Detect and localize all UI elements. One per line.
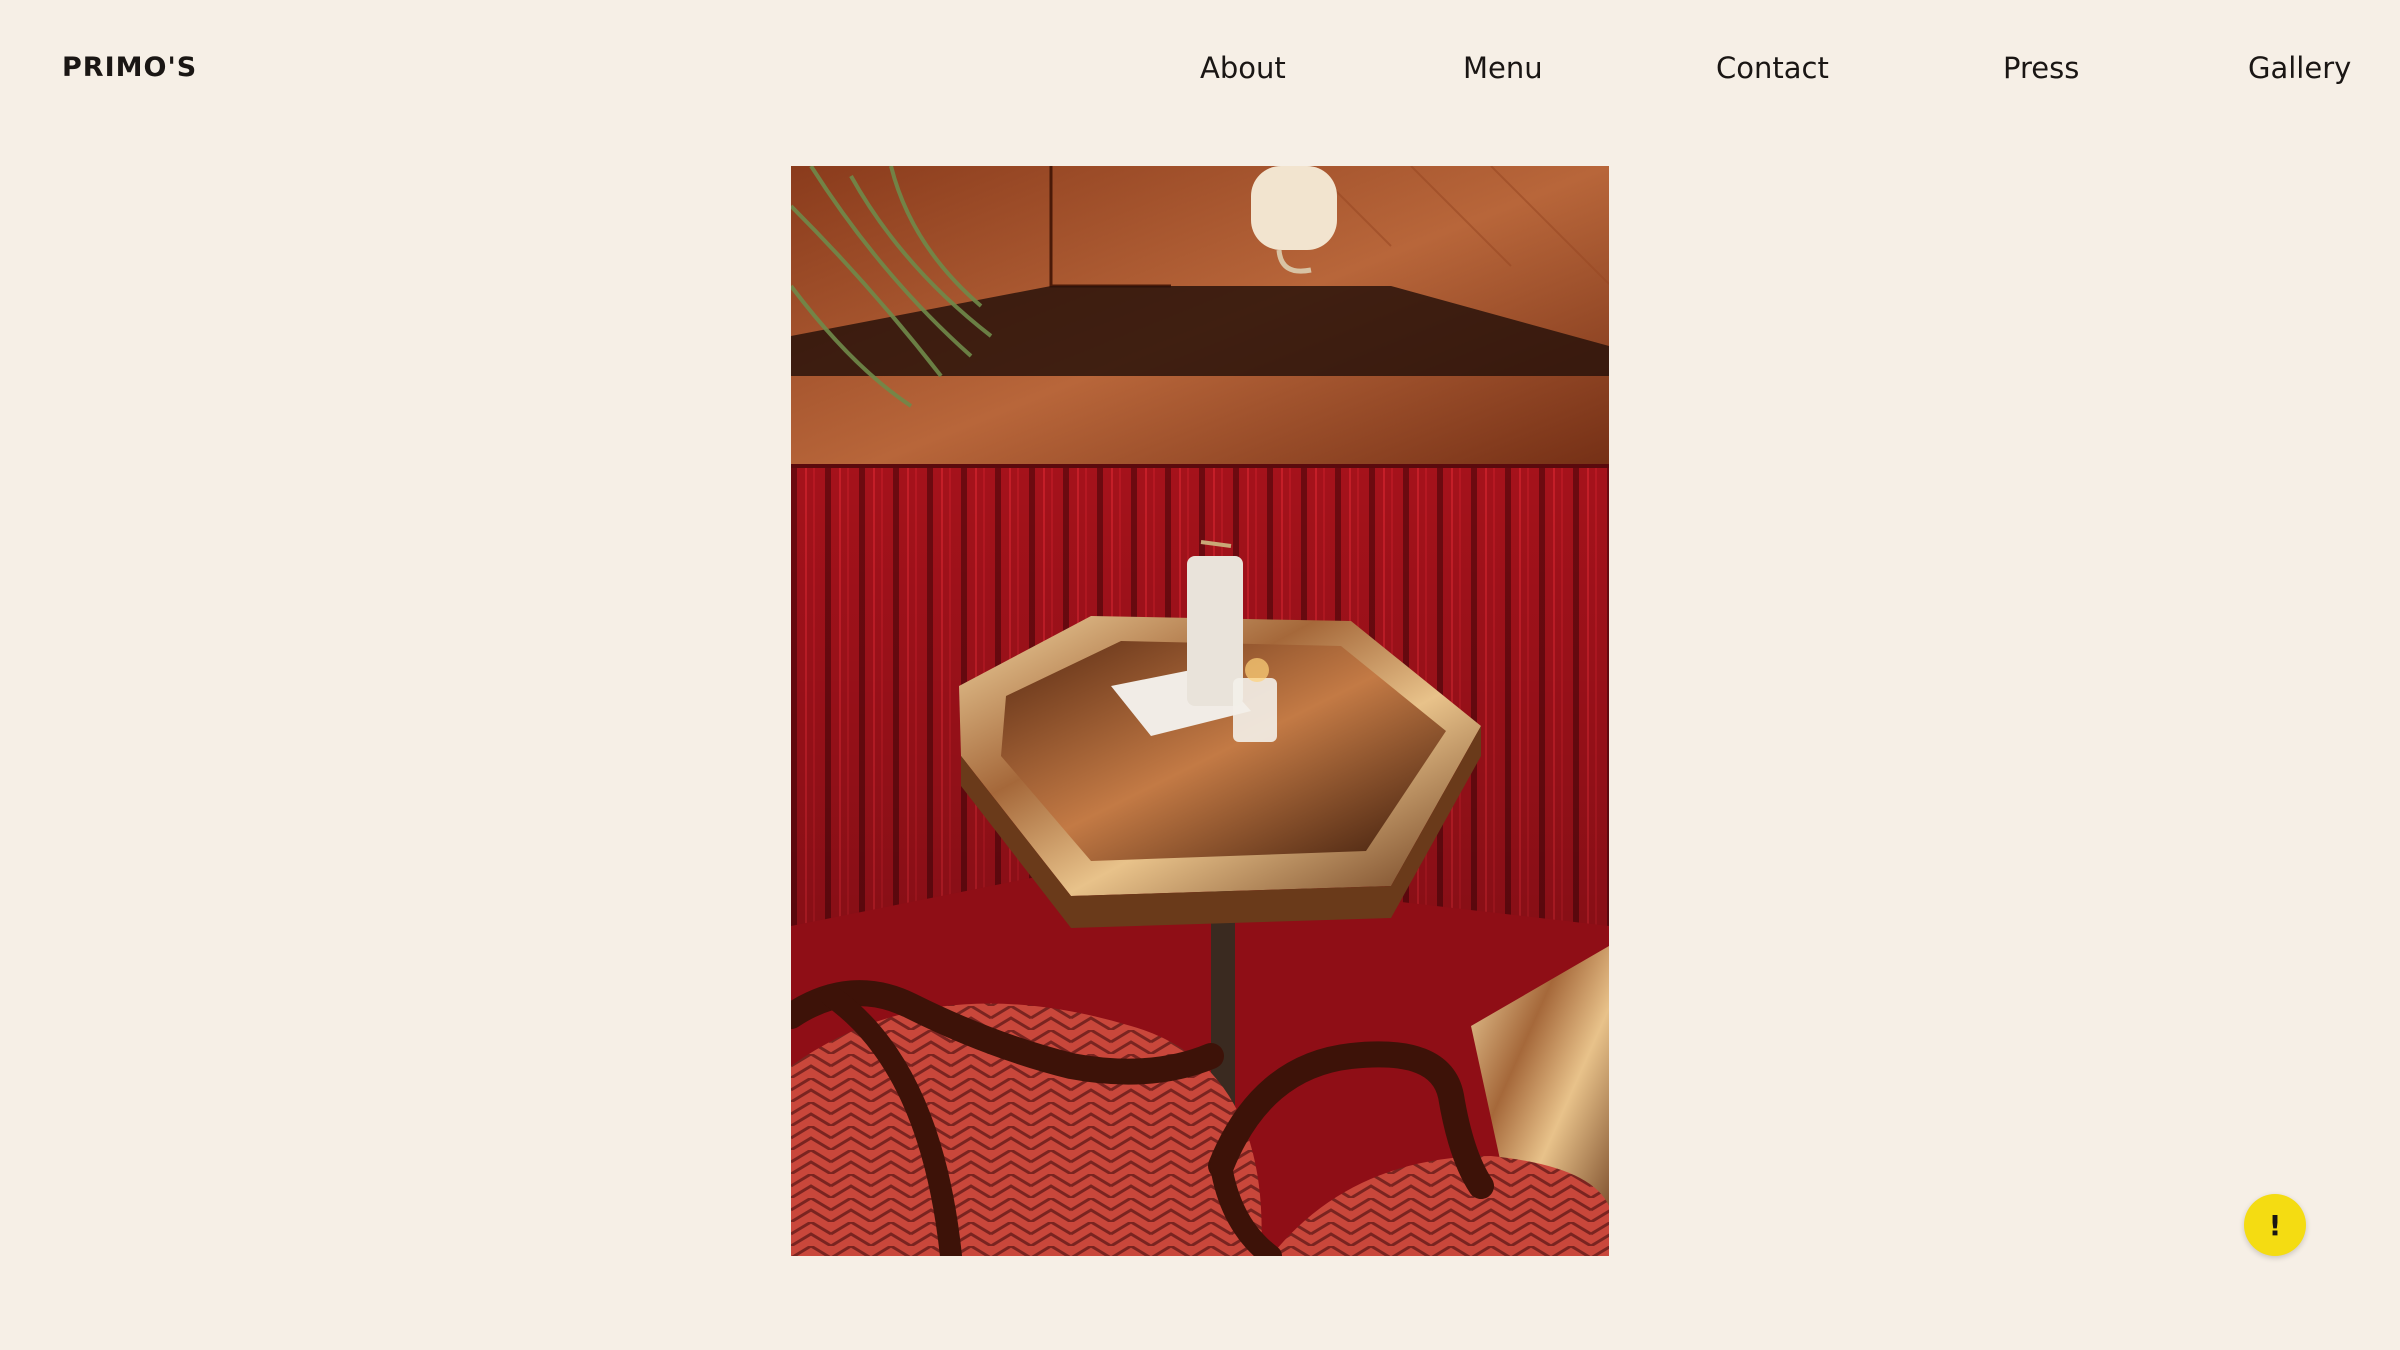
nav-menu[interactable]: Menu bbox=[1463, 44, 1543, 92]
main-nav: About Menu Contact Press Gallery bbox=[1140, 44, 2351, 92]
page: PRIMO'S About Menu Contact Press Gallery bbox=[0, 0, 2400, 1350]
gallery-photo bbox=[791, 166, 1609, 1256]
booth-table-illustration bbox=[791, 166, 1609, 1256]
nav-about[interactable]: About bbox=[1200, 44, 1286, 92]
alert-icon[interactable]: ! bbox=[2244, 1194, 2306, 1256]
nav-press[interactable]: Press bbox=[2003, 44, 2079, 92]
site-logo[interactable]: PRIMO'S bbox=[62, 52, 197, 83]
nav-gallery[interactable]: Gallery bbox=[2248, 44, 2351, 92]
nav-contact[interactable]: Contact bbox=[1716, 44, 1829, 92]
